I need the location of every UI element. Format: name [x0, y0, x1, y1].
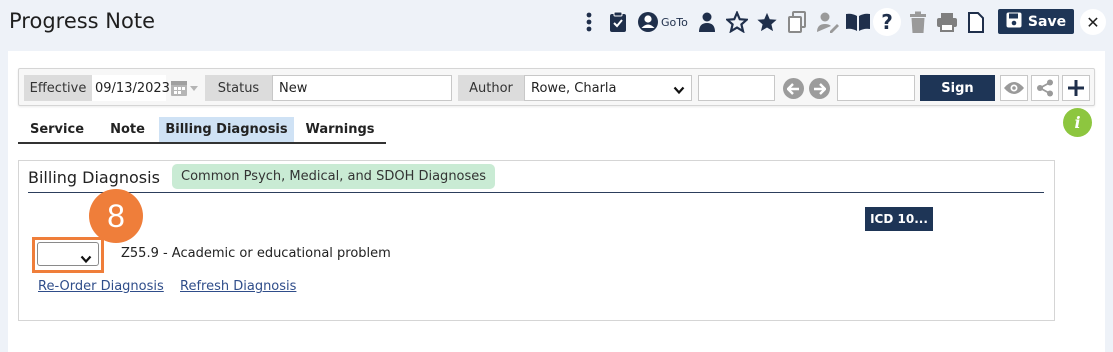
- user-edit-icon[interactable]: [815, 10, 841, 34]
- floppy-disk-icon: [1006, 12, 1022, 32]
- tab-warnings[interactable]: Warnings: [294, 117, 386, 144]
- tab-service[interactable]: Service: [18, 117, 96, 144]
- diagnosis-order-select[interactable]: [37, 242, 99, 266]
- tab-billing-diagnosis[interactable]: Billing Diagnosis: [159, 117, 294, 144]
- author-value: Rowe, Charla: [531, 80, 617, 96]
- trash-icon[interactable]: [908, 10, 928, 34]
- chevron-down-icon: [80, 249, 92, 268]
- step-number-badge: 8: [89, 189, 143, 243]
- document-icon[interactable]: [966, 10, 986, 34]
- calendar-icon[interactable]: [169, 76, 201, 100]
- goto-label: GoTo: [661, 15, 688, 29]
- person-icon[interactable]: [697, 10, 717, 34]
- eye-icon[interactable]: [1000, 75, 1028, 101]
- icd10-button[interactable]: ICD 10...: [865, 207, 933, 231]
- goto-button[interactable]: GoTo: [637, 10, 693, 34]
- chevron-down-icon: [673, 84, 685, 99]
- diagnosis-text: Z55.9 - Academic or educational problem: [121, 246, 391, 261]
- note-header-fields: Effective 09/13/2023 Status New Author R…: [18, 68, 1095, 106]
- refresh-diagnosis-link[interactable]: Refresh Diagnosis: [180, 279, 296, 294]
- effective-label: Effective: [24, 75, 92, 101]
- status-field[interactable]: New: [272, 75, 452, 101]
- cosigner-field[interactable]: [698, 75, 775, 101]
- save-label: Save: [1027, 13, 1067, 30]
- date-field-2[interactable]: [837, 75, 915, 101]
- star-filled-icon[interactable]: [756, 10, 778, 34]
- share-icon[interactable]: [1031, 75, 1059, 101]
- close-button[interactable]: ✕: [1080, 9, 1106, 35]
- author-label: Author: [458, 75, 524, 101]
- author-select[interactable]: Rowe, Charla: [524, 75, 692, 101]
- help-icon[interactable]: ?: [873, 8, 901, 36]
- effective-date-field[interactable]: 09/13/2023: [92, 75, 170, 101]
- print-icon[interactable]: [935, 10, 959, 34]
- arrow-right-icon[interactable]: [809, 78, 830, 99]
- user-circle-icon: [637, 11, 659, 33]
- reorder-diagnosis-link[interactable]: Re-Order Diagnosis: [38, 279, 164, 294]
- more-vertical-icon[interactable]: [584, 10, 594, 34]
- clipboard-check-icon[interactable]: [607, 10, 629, 34]
- save-button[interactable]: Save: [998, 9, 1074, 34]
- common-diagnoses-chip[interactable]: Common Psych, Medical, and SDOH Diagnose…: [172, 164, 496, 189]
- tab-note[interactable]: Note: [96, 117, 159, 144]
- add-plus-icon[interactable]: [1062, 75, 1090, 101]
- book-open-icon[interactable]: [845, 10, 871, 34]
- section-divider: [28, 192, 1044, 193]
- copy-icon[interactable]: [787, 10, 807, 34]
- arrow-left-icon[interactable]: [783, 78, 804, 99]
- section-title: Billing Diagnosis: [28, 168, 160, 187]
- status-label: Status: [205, 75, 272, 101]
- star-outline-icon[interactable]: [726, 10, 748, 34]
- top-bar: Progress Note GoTo ? Save ✕: [0, 0, 1113, 48]
- info-icon[interactable]: i: [1063, 108, 1092, 137]
- page-title: Progress Note: [9, 9, 156, 33]
- sign-button[interactable]: Sign: [920, 75, 995, 101]
